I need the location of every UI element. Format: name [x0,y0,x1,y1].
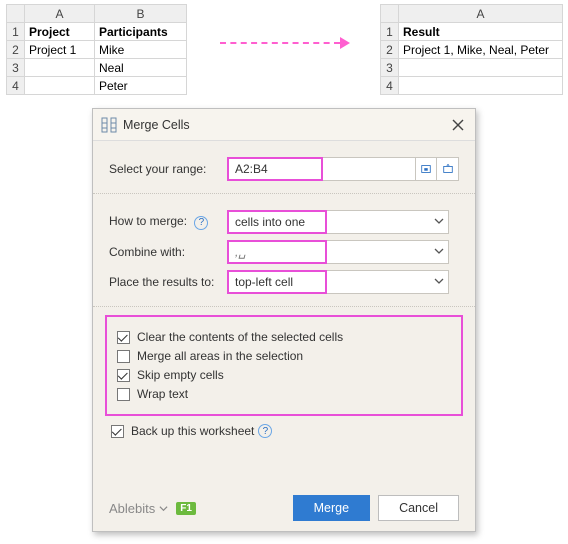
chevron-down-icon [434,245,444,259]
row-header[interactable]: 3 [381,59,399,77]
checkbox-icon [117,388,130,401]
table-row: 1 Result [381,23,563,41]
place-results-select[interactable]: top-left cell [227,270,449,294]
result-spreadsheet: A 1 Result 2 Project 1, Mike, Neal, Pete… [380,4,563,95]
place-results-value: top-left cell [227,270,327,294]
how-to-merge-value: cells into one [227,210,327,234]
merge-areas-checkbox[interactable]: Merge all areas in the selection [117,349,451,363]
checkbox-icon [117,331,130,344]
dialog-footer: Ablebits F1 Merge Cancel [109,495,459,521]
wrap-text-label: Wrap text [137,387,188,401]
cell[interactable]: Project 1 [25,41,95,59]
row-header[interactable]: 4 [7,77,25,95]
collapse-range-icon [420,163,432,175]
merge-areas-label: Merge all areas in the selection [137,349,303,363]
checkbox-icon [117,369,130,382]
backup-label: Back up this worksheet [131,424,254,438]
cell[interactable]: Participants [95,23,187,41]
help-icon[interactable]: ? [194,216,208,230]
corner-cell [381,5,399,23]
how-to-merge-select[interactable]: cells into one [227,210,449,234]
range-label: Select your range: [109,162,227,176]
checkbox-icon [117,350,130,363]
row-header[interactable]: 4 [381,77,399,95]
table-row: 1 Project Participants [7,23,187,41]
combine-with-select[interactable]: ,␣ [227,240,449,264]
range-input[interactable]: A2:B4 [227,157,323,181]
skip-empty-checkbox[interactable]: Skip empty cells [117,368,451,382]
cancel-button[interactable]: Cancel [378,495,459,521]
f1-badge[interactable]: F1 [176,502,196,515]
how-to-merge-label: How to merge: ? [109,214,227,230]
table-row: 3 [381,59,563,77]
combine-with-label: Combine with: [109,245,227,259]
merge-options-section: How to merge: ? cells into one Combine w… [93,194,475,307]
cell[interactable] [25,77,95,95]
checkbox-icon [111,425,124,438]
close-icon [452,119,464,131]
chevron-down-icon [159,501,168,516]
row-header[interactable]: 3 [7,59,25,77]
cell[interactable] [399,77,563,95]
how-to-merge-label-text: How to merge: [109,214,187,228]
collapse-range-button[interactable] [415,157,437,181]
cell[interactable] [399,59,563,77]
cell[interactable]: Neal [95,59,187,77]
cell[interactable] [25,59,95,77]
row-header[interactable]: 1 [381,23,399,41]
close-button[interactable] [449,116,467,134]
place-results-label: Place the results to: [109,275,227,289]
brand-label: Ablebits [109,501,155,516]
range-spacer [323,157,415,181]
skip-empty-label: Skip empty cells [137,368,224,382]
chevron-down-icon [434,275,444,289]
wrap-text-checkbox[interactable]: Wrap text [117,387,451,401]
checkbox-group: Clear the contents of the selected cells… [105,315,463,416]
clear-contents-label: Clear the contents of the selected cells [137,330,343,344]
dialog-title: Merge Cells [123,118,449,132]
cell[interactable]: Peter [95,77,187,95]
table-row: 2 Project 1, Mike, Neal, Peter [381,41,563,59]
table-row: 2 Project 1 Mike [7,41,187,59]
cell[interactable]: Project 1, Mike, Neal, Peter [399,41,563,59]
source-spreadsheet: A B 1 Project Participants 2 Project 1 M… [6,4,187,95]
help-icon[interactable]: ? [258,424,272,438]
combine-with-value: ,␣ [227,240,327,264]
row-header[interactable]: 2 [381,41,399,59]
table-row: 4 Peter [7,77,187,95]
range-section: Select your range: A2:B4 [93,141,475,194]
expand-range-button[interactable] [437,157,459,181]
row-header[interactable]: 2 [7,41,25,59]
cell[interactable]: Result [399,23,563,41]
expand-range-icon [442,163,454,175]
merge-cells-dialog: Merge Cells Select your range: A2:B4 How… [92,108,476,532]
clear-contents-checkbox[interactable]: Clear the contents of the selected cells [117,330,451,344]
merge-cells-icon [101,117,117,133]
backup-checkbox[interactable]: Back up this worksheet ? [111,424,457,438]
col-header-b[interactable]: B [95,5,187,23]
chevron-down-icon [434,215,444,229]
cell[interactable]: Mike [95,41,187,59]
col-header-a[interactable]: A [399,5,563,23]
merge-button[interactable]: Merge [293,495,370,521]
cell[interactable]: Project [25,23,95,41]
arrow-icon [220,36,350,50]
titlebar: Merge Cells [93,109,475,141]
corner-cell [7,5,25,23]
col-header-a[interactable]: A [25,5,95,23]
table-row: 3 Neal [7,59,187,77]
table-row: 4 [381,77,563,95]
row-header[interactable]: 1 [7,23,25,41]
brand-link[interactable]: Ablebits [109,501,168,516]
